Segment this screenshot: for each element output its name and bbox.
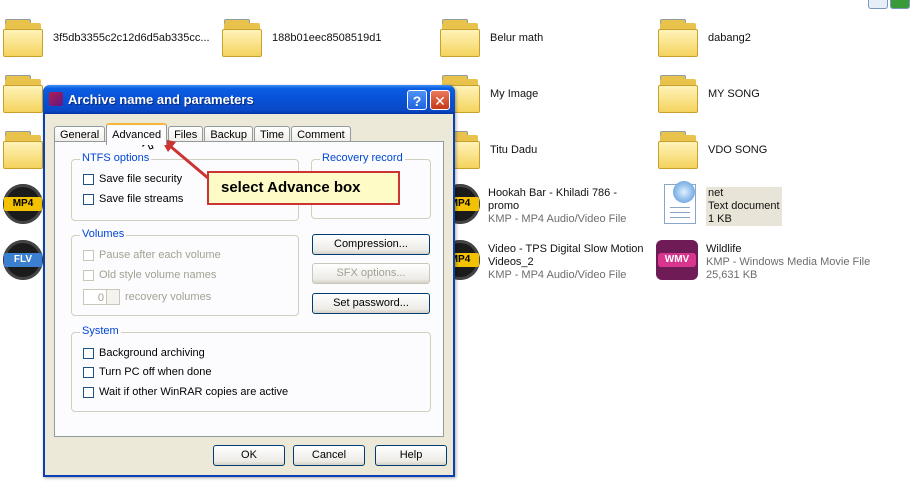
file-type: KMP - MP4 Audio/Video File bbox=[488, 213, 627, 225]
file-item[interactable]: net Text document 1 KB bbox=[658, 181, 782, 226]
old-style-names-checkbox[interactable]: Old style volume names bbox=[83, 269, 216, 281]
wait-winrar-checkbox[interactable]: Wait if other WinRAR copies are active bbox=[83, 386, 288, 398]
annotation-callout: select Advance box bbox=[207, 171, 400, 205]
background-archiving-checkbox[interactable]: Background archiving bbox=[83, 347, 205, 359]
file-name: Video - TPS Digital Slow Motion bbox=[488, 243, 644, 255]
folder-icon bbox=[658, 75, 698, 113]
file-name: Hookah Bar - Khiladi 786 - bbox=[488, 187, 618, 199]
save-streams-checkbox[interactable]: Save file streams bbox=[83, 193, 183, 205]
file-name: Wildlife bbox=[706, 243, 742, 255]
file-item[interactable]: MP4 bbox=[3, 184, 43, 224]
dialog-title: Archive name and parameters bbox=[68, 92, 254, 107]
folder-icon bbox=[3, 19, 43, 57]
folder-icon bbox=[3, 131, 43, 169]
set-password-button[interactable]: Set password... bbox=[312, 293, 430, 314]
save-security-checkbox[interactable]: Save file security bbox=[83, 173, 182, 185]
file-name: Belur math bbox=[490, 32, 544, 44]
folder-icon bbox=[440, 19, 480, 57]
system-title: System bbox=[80, 325, 121, 337]
mp4-icon: MP4 bbox=[3, 184, 43, 224]
file-item[interactable] bbox=[3, 75, 43, 113]
file-name: Titu Dadu bbox=[490, 144, 538, 156]
volumes-title: Volumes bbox=[80, 228, 127, 240]
file-item[interactable] bbox=[3, 131, 43, 169]
green-check-icon[interactable] bbox=[890, 0, 910, 9]
recovery-title: Recovery record bbox=[320, 152, 405, 164]
recovery-volumes-stepper[interactable]: 0 recovery volumes bbox=[83, 289, 211, 305]
turn-off-pc-checkbox[interactable]: Turn PC off when done bbox=[83, 366, 212, 378]
folder-icon bbox=[658, 19, 698, 57]
close-button[interactable]: ✕ bbox=[430, 90, 450, 110]
file-type: Text document bbox=[708, 200, 780, 212]
file-item[interactable]: 188b01eec8508519d1 bbox=[222, 19, 382, 57]
file-item[interactable]: VDO SONG bbox=[658, 131, 767, 169]
wmv-icon: WMV bbox=[656, 240, 698, 280]
tab-advanced[interactable]: Advanced bbox=[106, 123, 168, 145]
file-item[interactable]: MY SONG bbox=[658, 75, 760, 113]
file-name: 3f5db3355c2c12d6d5ab335cc... bbox=[53, 32, 210, 44]
folder-icon bbox=[3, 75, 43, 113]
help-footer-button[interactable]: Help bbox=[375, 445, 447, 466]
file-name: 188b01eec8508519d1 bbox=[272, 32, 382, 44]
help-button[interactable]: ? bbox=[407, 90, 427, 110]
file-name-cont: Videos_2 bbox=[488, 256, 534, 268]
file-type: KMP - MP4 Audio/Video File bbox=[488, 269, 627, 281]
file-size: 1 KB bbox=[708, 213, 732, 225]
system-group: System Background archiving Turn PC off … bbox=[71, 325, 431, 412]
file-item[interactable]: dabang2 bbox=[658, 19, 751, 57]
file-name: My Image bbox=[490, 88, 539, 100]
archive-dialog: Archive name and parameters ? ✕ General … bbox=[43, 85, 455, 477]
sfx-options-button[interactable]: SFX options... bbox=[312, 263, 430, 284]
window-corner-controls bbox=[868, 0, 910, 9]
restore-icon[interactable] bbox=[868, 0, 888, 9]
file-item[interactable]: Belur math bbox=[440, 19, 543, 57]
file-item[interactable]: MP4 Video - TPS Digital Slow Motion Vide… bbox=[440, 240, 644, 282]
volumes-group: Volumes Pause after each volume Old styl… bbox=[71, 228, 299, 316]
flv-icon: FLV bbox=[3, 240, 43, 280]
file-name: dabang2 bbox=[708, 32, 751, 44]
file-name: MY SONG bbox=[708, 88, 760, 100]
text-document-icon bbox=[664, 181, 696, 224]
compression-button[interactable]: Compression... bbox=[312, 234, 430, 255]
file-name-cont: promo bbox=[488, 200, 520, 212]
file-type: KMP - Windows Media Movie File bbox=[706, 256, 871, 268]
file-name: VDO SONG bbox=[708, 144, 768, 156]
cancel-button[interactable]: Cancel bbox=[293, 445, 365, 466]
dialog-titlebar[interactable]: Archive name and parameters ? ✕ bbox=[43, 85, 455, 114]
folder-icon bbox=[658, 131, 698, 169]
pause-volume-checkbox[interactable]: Pause after each volume bbox=[83, 249, 221, 261]
ok-button[interactable]: OK bbox=[213, 445, 285, 466]
ntfs-title: NTFS options bbox=[80, 152, 152, 164]
file-item[interactable]: FLV bbox=[3, 240, 43, 280]
file-item[interactable]: 3f5db3355c2c12d6d5ab335cc... bbox=[3, 19, 210, 57]
file-name: net bbox=[708, 187, 724, 199]
folder-icon bbox=[222, 19, 262, 57]
file-item[interactable]: MP4 Hookah Bar - Khiladi 786 - promo KMP… bbox=[440, 184, 626, 226]
file-size: 25,631 KB bbox=[706, 269, 758, 281]
winrar-icon bbox=[49, 92, 63, 106]
file-item[interactable]: WMV Wildlife KMP - Windows Media Movie F… bbox=[656, 240, 870, 282]
